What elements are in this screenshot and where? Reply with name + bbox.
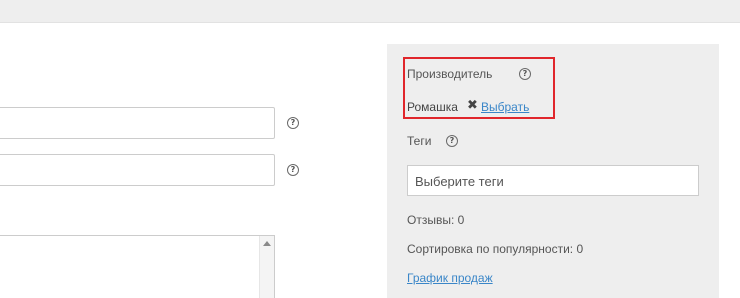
help-icon[interactable]: ? [287,164,299,176]
remove-icon[interactable]: ✖ [467,98,478,113]
description-textarea[interactable] [0,235,275,298]
textarea-scrollbar[interactable] [259,236,274,298]
tags-label: Теги [407,134,432,148]
scroll-up-arrow-icon[interactable] [263,241,271,246]
sales-chart-link[interactable]: График продаж [407,271,493,285]
text-field-2[interactable] [0,154,275,186]
help-icon[interactable]: ? [519,68,531,80]
text-field-1[interactable] [0,107,275,139]
tags-input[interactable]: Выберите теги [407,165,699,196]
reviews-count: Отзывы: 0 [407,213,465,227]
select-manufacturer-link[interactable]: Выбрать [481,100,529,114]
page: ? ? Производитель ? Ромашка ✖ Выбрать Те… [0,0,740,298]
manufacturer-label: Производитель [407,67,493,81]
top-bar [0,0,740,23]
manufacturer-value: Ромашка [407,100,458,114]
help-icon[interactable]: ? [287,117,299,129]
popularity-sort-value: Сортировка по популярности: 0 [407,242,584,256]
help-icon[interactable]: ? [446,135,458,147]
